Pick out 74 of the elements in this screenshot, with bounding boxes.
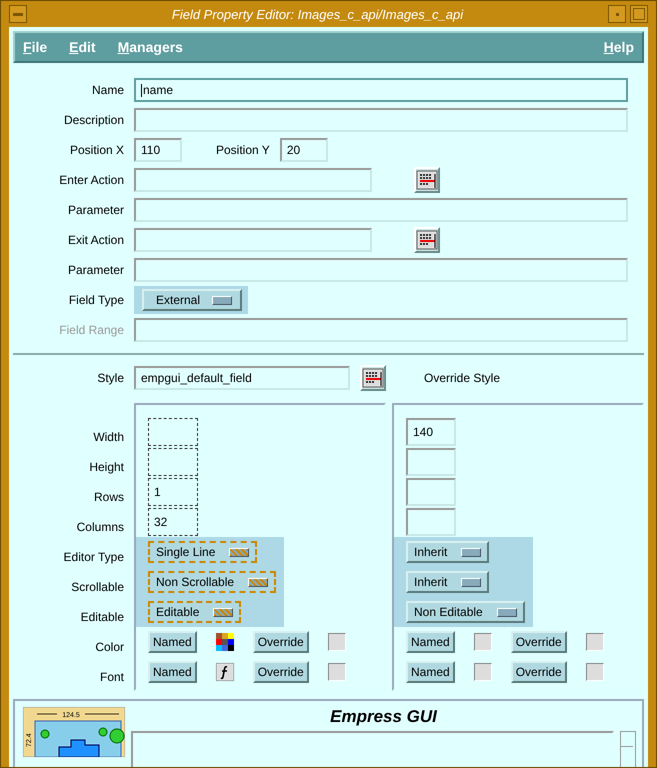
text-field[interactable]: name [134,78,628,102]
field-label: Enter Action [58,173,124,187]
text-field[interactable] [406,508,456,536]
banner-title: Empress GUI [329,707,438,727]
override-button[interactable]: Override [510,631,567,653]
named-button[interactable]: Named [148,661,197,683]
field-label: Width [92,429,124,446]
color-palette-icon[interactable] [216,633,234,651]
field-label: Field Type [68,293,124,307]
field-label: Scrollable [70,579,124,596]
scrollbar[interactable] [620,731,636,767]
named-button[interactable]: Named [406,631,455,653]
field-label: Rows [92,489,124,506]
text-area[interactable] [131,731,614,767]
text-field[interactable] [134,258,628,282]
checkbox[interactable] [586,663,604,681]
text-field[interactable]: 32 [148,508,198,536]
dropdown[interactable]: Inherit [406,541,490,563]
list-button[interactable] [414,167,440,193]
text-field[interactable] [406,448,456,476]
field-label: Font [98,669,124,686]
font-icon[interactable] [216,663,234,681]
window-title: Field Property Editor: Images_c_api/Images_c_api [170,6,464,22]
checkbox[interactable] [586,633,604,651]
field-label: Position X [68,143,124,157]
dropdown[interactable]: Editable [148,601,242,623]
override-button[interactable]: Override [252,631,309,653]
override-button[interactable]: Override [510,661,567,683]
checkbox[interactable] [474,663,492,681]
field-label: Editor Type [62,549,124,566]
list-button[interactable] [360,365,386,391]
section-label: Override Style [424,371,500,385]
text-field[interactable] [134,228,372,252]
dropdown[interactable]: Inherit [406,571,490,593]
dropdown[interactable]: Single Line [148,541,258,563]
dropdown[interactable]: Non Editable [406,601,525,623]
text-field[interactable] [148,448,198,476]
list-button[interactable] [414,227,440,253]
text-field[interactable]: 1 [148,478,198,506]
field-label: Parameter [66,263,124,277]
text-field[interactable] [406,478,456,506]
field-label: Parameter [66,203,124,217]
checkbox[interactable] [474,633,492,651]
list-icon [416,230,438,250]
field-label: Columns [76,519,124,536]
checkbox[interactable] [328,663,346,681]
dropdown[interactable]: External [142,289,242,311]
text-field[interactable]: empgui_default_field [134,366,350,390]
field-label: Exit Action [66,233,124,247]
maximize-button[interactable] [630,5,648,23]
text-field[interactable] [134,108,628,132]
text-field[interactable] [148,418,198,446]
field-label: Color [94,639,124,656]
field-label: Description [62,113,124,127]
override-button[interactable]: Override [252,661,309,683]
field-label: Name [90,83,124,97]
field-label: Editable [80,609,124,626]
text-field[interactable] [134,168,372,192]
text-field[interactable]: 140 [406,418,456,446]
field-label: Style [96,371,124,385]
list-icon [416,170,438,190]
named-button[interactable]: Named [406,661,455,683]
text-field[interactable]: 110 [134,138,182,162]
text-field[interactable]: 20 [280,138,328,162]
minimize-button[interactable] [608,5,626,23]
window-menu-button[interactable] [9,5,27,23]
field-label: Height [88,459,124,476]
checkbox[interactable] [328,633,346,651]
field-label: Field Range [58,323,124,337]
text-field[interactable] [134,198,628,222]
dropdown[interactable]: Non Scrollable [148,571,276,593]
field-label: Position Y [216,143,270,157]
list-icon [362,368,384,388]
named-button[interactable]: Named [148,631,197,653]
